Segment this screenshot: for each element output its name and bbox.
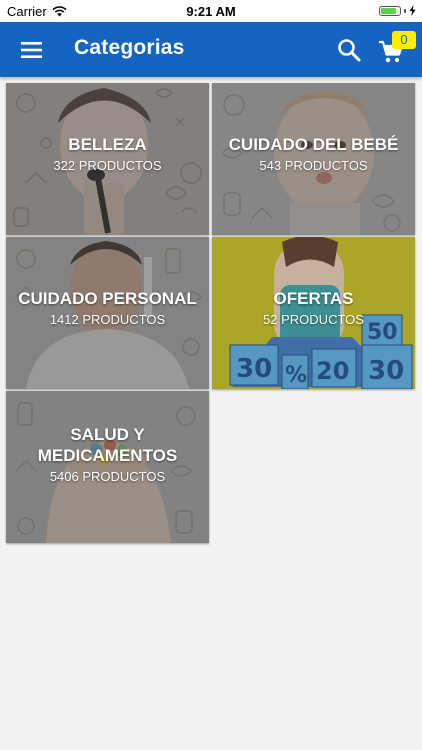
category-tile-salud-y-medicamentos[interactable]: SALUD Y MEDICAMENTOS 5406 PRODUCTOS [6,391,209,543]
search-icon[interactable] [336,37,362,63]
tile-text: SALUD Y MEDICAMENTOS 5406 PRODUCTOS [6,391,209,543]
status-bar: Carrier 9:21 AM [0,0,422,22]
tile-text: OFERTAS 52 PRODUCTOS [212,237,415,389]
battery-icon [379,5,401,16]
category-tile-belleza[interactable]: BELLEZA 322 PRODUCTOS [6,83,209,235]
charging-bolt-icon [409,5,416,16]
page-title: Categorias [74,36,185,59]
category-tile-cuidado-personal[interactable]: CUIDADO PERSONAL 1412 PRODUCTOS [6,237,209,389]
category-name: CUIDADO DEL BEBÉ [228,134,399,154]
category-name: CUIDADO PERSONAL [18,288,197,308]
cart-button[interactable]: 0 [376,31,416,67]
app-bar: Categorias 0 [0,22,422,77]
battery-level [381,7,397,14]
category-name: SALUD Y MEDICAMENTOS [37,425,178,465]
category-tile-cuidado-del-bebe[interactable]: CUIDADO DEL BEBÉ 543 PRODUCTOS [212,83,415,235]
cart-count-badge: 0 [392,31,416,49]
tile-text: BELLEZA 322 PRODUCTOS [6,83,209,235]
category-product-count: 52 PRODUCTOS [263,311,364,327]
tile-text: CUIDADO DEL BEBÉ 543 PRODUCTOS [212,83,415,235]
category-name: OFERTAS [273,288,354,308]
category-product-count: 1412 PRODUCTOS [49,311,166,327]
category-product-count: 322 PRODUCTOS [53,157,162,173]
tile-text: CUIDADO PERSONAL 1412 PRODUCTOS [6,237,209,389]
battery-cap [404,8,406,13]
category-name: BELLEZA [68,134,147,154]
category-product-count: 5406 PRODUCTOS [49,469,166,484]
category-tile-ofertas[interactable]: 30 % 20 30 50 OFERTAS 52 PRODUCTOS [212,237,415,389]
category-product-count: 543 PRODUCTOS [259,157,368,173]
battery-indicator [379,5,416,16]
hamburger-menu-icon[interactable] [18,37,46,63]
status-time: 9:21 AM [186,4,236,19]
